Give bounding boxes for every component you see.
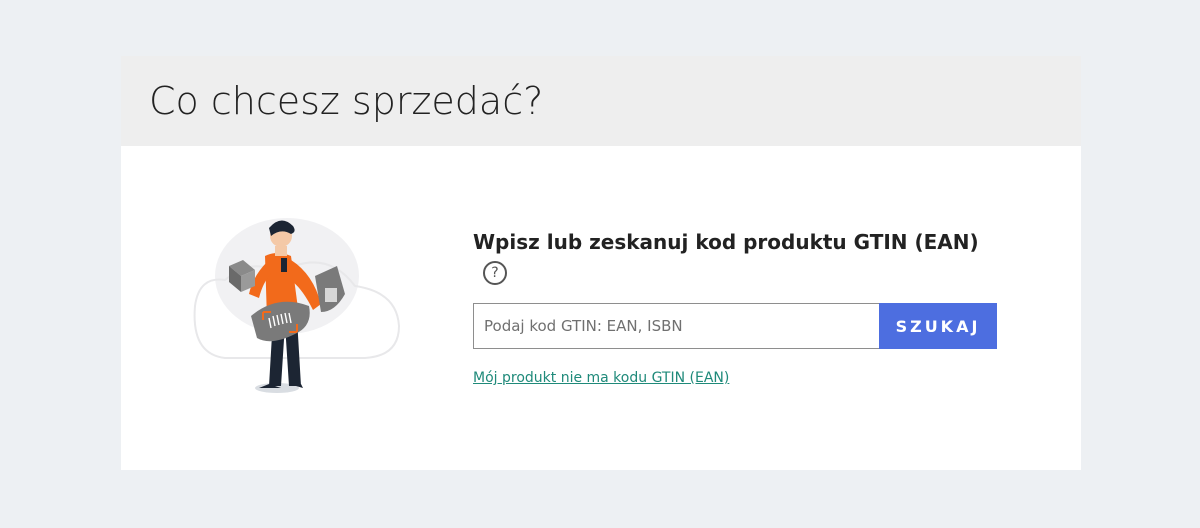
gtin-search-input[interactable] <box>473 303 879 349</box>
question-circle-icon[interactable]: ? <box>483 261 507 285</box>
card-header: Co chcesz sprzedać? <box>121 56 1081 146</box>
no-gtin-code-link[interactable]: Mój produkt nie ma kodu GTIN (EAN) <box>473 370 729 386</box>
sell-product-card: Co chcesz sprzedać? Wpisz lub zeskanuj k… <box>121 56 1081 470</box>
search-button[interactable]: SZUKAJ <box>879 303 997 349</box>
gtin-search-form: Wpisz lub zeskanuj kod produktu GTIN (EA… <box>473 228 1033 387</box>
page-title: Co chcesz sprzedać? <box>149 79 544 123</box>
form-heading: Wpisz lub zeskanuj kod produktu GTIN (EA… <box>473 230 979 254</box>
card-body: Wpisz lub zeskanuj kod produktu GTIN (EA… <box>121 146 1081 470</box>
person-scanning-products-illustration <box>193 218 401 393</box>
search-row: SZUKAJ <box>473 303 1033 349</box>
